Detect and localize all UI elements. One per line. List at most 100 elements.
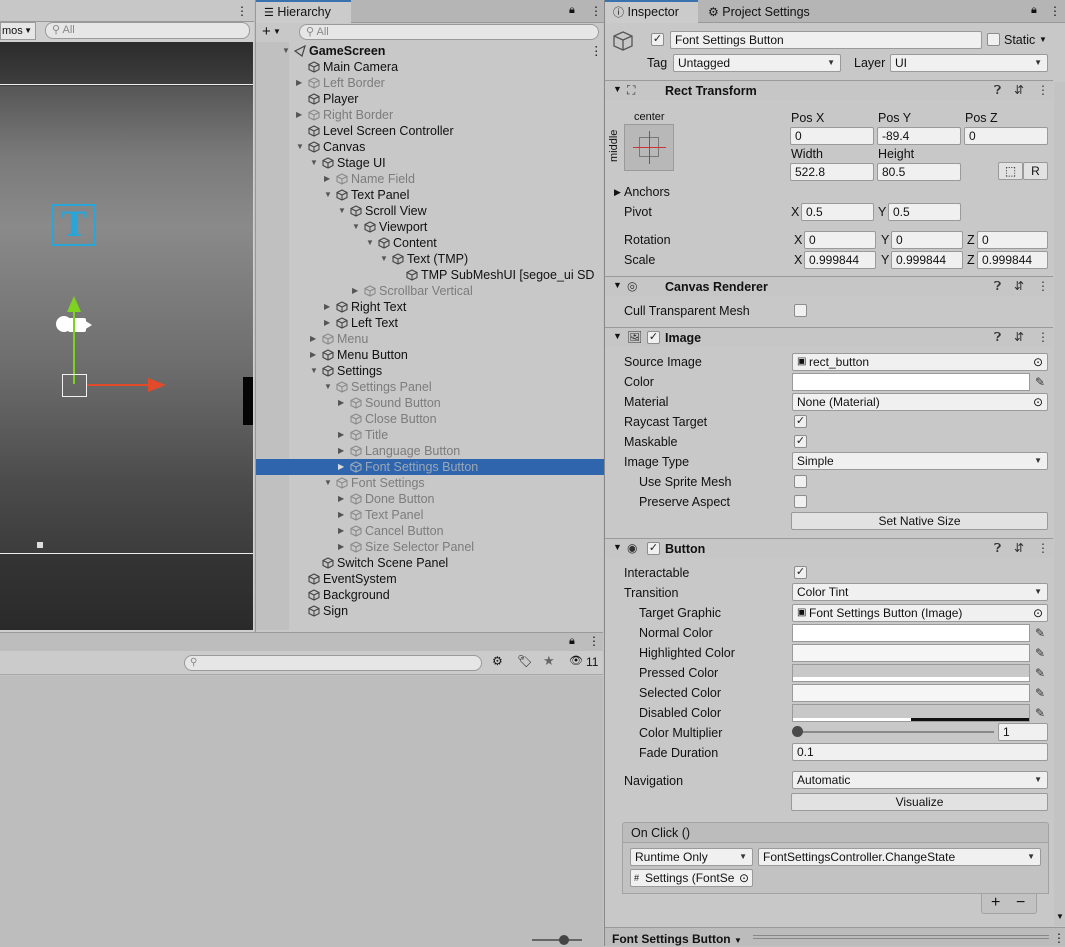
width-input[interactable]: 522.8 bbox=[790, 163, 874, 181]
color-field[interactable] bbox=[792, 373, 1030, 391]
hierarchy-item[interactable]: Player bbox=[256, 91, 604, 107]
rect-transform-header[interactable]: ▼ ⛶ Rect Transform ❓︎ ⇵ ⋮ bbox=[605, 80, 1053, 100]
expand-closed-icon[interactable]: ▶ bbox=[352, 283, 358, 299]
project-panel[interactable]: 🔒︎ ⋮ ⚲ ⚙ 🏷︎ ★ 👁︎ 11 bbox=[0, 632, 603, 947]
target-graphic-field[interactable]: ▣ Font Settings Button (Image) ⊙ bbox=[792, 604, 1048, 622]
image-type-dropdown[interactable]: Simple bbox=[792, 452, 1048, 470]
tab-inspector[interactable]: ⓘ Inspector bbox=[605, 0, 698, 23]
hierarchy-search-input[interactable]: ⚲ All bbox=[299, 24, 599, 40]
expand-closed-icon[interactable]: ▶ bbox=[338, 491, 344, 507]
expand-closed-icon[interactable]: ▶ bbox=[338, 459, 344, 475]
blueprint-mode-button[interactable]: ⬚ bbox=[998, 162, 1023, 180]
preset-icon[interactable]: ⇵ bbox=[1014, 330, 1024, 344]
expand-arrow-icon[interactable]: ▼ bbox=[613, 542, 622, 552]
rot-y-input[interactable]: 0 bbox=[891, 231, 963, 249]
object-picker-icon[interactable]: ⊙ bbox=[1033, 354, 1043, 370]
scroll-down-icon[interactable]: ▼ bbox=[1056, 912, 1064, 921]
hierarchy-item[interactable]: ▼ Settings Panel bbox=[256, 379, 604, 395]
hierarchy-list[interactable]: ▼ GameScreen ⋮ Main Camera ▶ Left Border Playe… bbox=[256, 42, 604, 630]
hierarchy-item[interactable]: ▶ Right Border bbox=[256, 107, 604, 123]
hierarchy-item[interactable]: ▼ Font Settings bbox=[256, 475, 604, 491]
expand-open-icon[interactable]: ▼ bbox=[282, 43, 290, 59]
help-icon[interactable]: ❓︎ bbox=[994, 83, 1001, 98]
visualize-button[interactable]: Visualize bbox=[791, 793, 1048, 811]
bottom-zoom-slider[interactable] bbox=[532, 939, 582, 941]
canvas-renderer-header[interactable]: ▼ ◎ Canvas Renderer ❓︎ ⇵ ⋮ bbox=[605, 276, 1053, 296]
raw-edit-button[interactable]: R bbox=[1023, 162, 1048, 180]
create-dropdown[interactable]: + ▼ bbox=[262, 24, 281, 40]
expand-closed-icon[interactable]: ▶ bbox=[310, 331, 316, 347]
more-options-icon[interactable]: ⋮ bbox=[1049, 4, 1061, 18]
source-image-field[interactable]: ▣ rect_button ⊙ bbox=[792, 353, 1048, 371]
hierarchy-item[interactable]: ▼ Text (TMP) bbox=[256, 251, 604, 267]
object-name-input[interactable]: Font Settings Button bbox=[670, 31, 982, 49]
object-picker-icon[interactable]: ⊙ bbox=[1033, 605, 1043, 621]
tag-dropdown[interactable]: Untagged bbox=[673, 54, 841, 72]
navigation-dropdown[interactable]: Automatic bbox=[792, 771, 1048, 789]
disabled-color-field[interactable] bbox=[792, 704, 1030, 722]
move-gizmo-x-arrow[interactable] bbox=[148, 378, 166, 392]
hierarchy-item[interactable]: ▼ Canvas bbox=[256, 139, 604, 155]
tab-hierarchy[interactable]: ☰ Hierarchy bbox=[256, 0, 351, 23]
rot-x-input[interactable]: 0 bbox=[804, 231, 876, 249]
hierarchy-item[interactable]: ▶ Font Settings Button bbox=[256, 459, 604, 475]
hierarchy-item[interactable]: Main Camera bbox=[256, 59, 604, 75]
lock-icon[interactable]: 🔒︎ bbox=[1031, 4, 1037, 17]
hierarchy-item[interactable]: ▼ Viewport bbox=[256, 219, 604, 235]
hierarchy-item[interactable]: TMP SubMeshUI [segoe_ui SD bbox=[256, 267, 604, 283]
height-input[interactable]: 80.5 bbox=[877, 163, 961, 181]
hierarchy-item[interactable]: ▼ Content bbox=[256, 235, 604, 251]
pivot-y-input[interactable]: 0.5 bbox=[888, 203, 961, 221]
help-icon[interactable]: ❓︎ bbox=[994, 279, 1001, 294]
eyedropper-icon[interactable]: ✎ bbox=[1035, 666, 1045, 680]
more-options-icon[interactable]: ⋮ bbox=[1053, 931, 1065, 945]
runtime-dropdown[interactable]: Runtime Only bbox=[630, 848, 753, 866]
highlighted-color-field[interactable] bbox=[792, 644, 1030, 662]
sprite-mesh-checkbox[interactable] bbox=[794, 475, 807, 488]
layer-dropdown[interactable]: UI bbox=[890, 54, 1048, 72]
lock-icon[interactable]: 🔒︎ bbox=[569, 635, 575, 648]
help-icon[interactable]: ❓︎ bbox=[994, 330, 1001, 345]
hierarchy-item[interactable]: ▶ Text Panel bbox=[256, 507, 604, 523]
object-picker-icon[interactable]: ⊙ bbox=[1033, 394, 1043, 410]
active-checkbox[interactable]: ✓ bbox=[651, 33, 664, 46]
color-multiplier-slider-thumb[interactable] bbox=[792, 726, 803, 737]
button-enabled-checkbox[interactable]: ✓ bbox=[647, 542, 660, 555]
selected-color-field[interactable] bbox=[792, 684, 1030, 702]
expand-closed-icon[interactable]: ▶ bbox=[338, 395, 344, 411]
hierarchy-item[interactable]: ▶ Menu bbox=[256, 331, 604, 347]
expand-open-icon[interactable]: ▼ bbox=[338, 203, 346, 219]
cull-checkbox[interactable] bbox=[794, 304, 807, 317]
material-field[interactable]: None (Material) ⊙ bbox=[792, 393, 1048, 411]
hierarchy-panel[interactable]: ☰ Hierarchy 🔒︎ ⋮ + ▼ ⚲ All ▼ GameScreen ⋮ M… bbox=[255, 0, 604, 632]
hierarchy-item[interactable]: ▶ Title bbox=[256, 427, 604, 443]
preset-icon[interactable]: ⇵ bbox=[1014, 83, 1024, 97]
eyedropper-icon[interactable]: ✎ bbox=[1035, 375, 1045, 389]
help-icon[interactable]: ❓︎ bbox=[994, 541, 1001, 556]
hierarchy-item[interactable]: ▶ Size Selector Panel bbox=[256, 539, 604, 555]
bottom-zoom-thumb[interactable] bbox=[559, 935, 569, 945]
add-listener-button[interactable]: + bbox=[991, 894, 1000, 912]
fade-duration-input[interactable]: 0.1 bbox=[792, 743, 1048, 761]
remove-listener-button[interactable]: − bbox=[1016, 894, 1025, 912]
event-target-object-field[interactable]: # Settings (FontSe ⊙ bbox=[630, 869, 753, 887]
pressed-color-field[interactable] bbox=[792, 664, 1030, 682]
expand-arrow-icon[interactable]: ▼ bbox=[613, 84, 622, 94]
expand-open-icon[interactable]: ▼ bbox=[352, 219, 360, 235]
posz-input[interactable]: 0 bbox=[964, 127, 1048, 145]
expand-open-icon[interactable]: ▼ bbox=[380, 251, 388, 267]
expand-closed-icon[interactable]: ▶ bbox=[310, 347, 316, 363]
expand-arrow-icon[interactable]: ▼ bbox=[613, 331, 622, 341]
scene-viewport[interactable]: T bbox=[0, 42, 253, 630]
hierarchy-item[interactable]: ▼ Stage UI bbox=[256, 155, 604, 171]
hierarchy-item[interactable]: ▶ Menu Button bbox=[256, 347, 604, 363]
scale-y-input[interactable]: 0.999844 bbox=[891, 251, 963, 269]
maskable-checkbox[interactable]: ✓ bbox=[794, 435, 807, 448]
hierarchy-item[interactable]: ▶ Done Button bbox=[256, 491, 604, 507]
image-enabled-checkbox[interactable]: ✓ bbox=[647, 331, 660, 344]
preview-drag-handle[interactable] bbox=[753, 935, 1049, 939]
static-checkbox[interactable] bbox=[987, 33, 1000, 46]
expand-closed-icon[interactable]: ▶ bbox=[296, 75, 302, 91]
preset-icon[interactable]: ⇵ bbox=[1014, 541, 1024, 555]
anchor-presets-button[interactable] bbox=[624, 124, 674, 171]
